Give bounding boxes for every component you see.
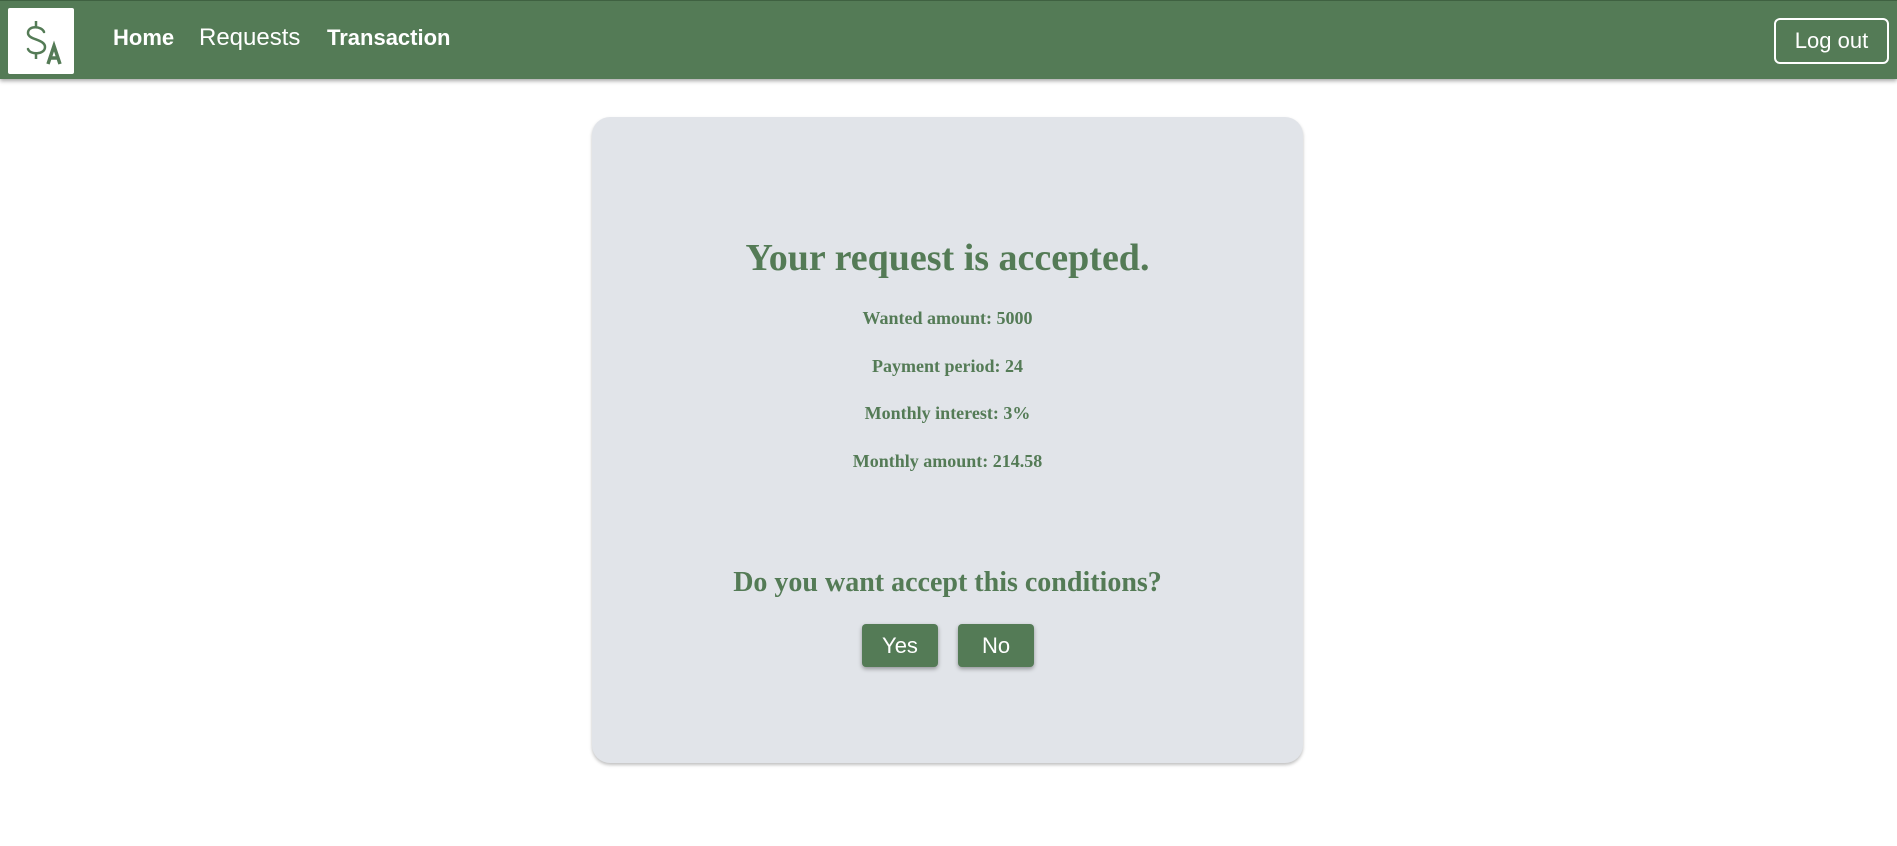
nav-transaction-link[interactable]: Transaction bbox=[327, 25, 450, 51]
wanted-amount-text: Wanted amount: 5000 bbox=[862, 308, 1033, 328]
logo-icon[interactable] bbox=[8, 8, 74, 74]
monthly-amount-text: Monthly amount: 214.58 bbox=[852, 451, 1043, 471]
logout-button[interactable]: Log out bbox=[1774, 18, 1889, 64]
accept-conditions-question: Do you want accept this conditions? bbox=[733, 567, 1162, 598]
payment-period-text: Payment period: 24 bbox=[872, 356, 1023, 376]
nav-home-link[interactable]: Home bbox=[113, 25, 174, 51]
result-title: Your request is accepted. bbox=[745, 237, 1150, 279]
dollar-sign-logo-icon bbox=[26, 21, 62, 65]
request-result-card bbox=[592, 117, 1303, 763]
nav-requests-link[interactable]: Requests bbox=[199, 24, 300, 52]
no-button[interactable]: No bbox=[958, 624, 1034, 667]
yes-button[interactable]: Yes bbox=[862, 624, 938, 667]
top-navbar: Home Requests Transaction Log out bbox=[0, 0, 1897, 79]
monthly-interest-text: Monthly interest: 3% bbox=[864, 403, 1031, 423]
